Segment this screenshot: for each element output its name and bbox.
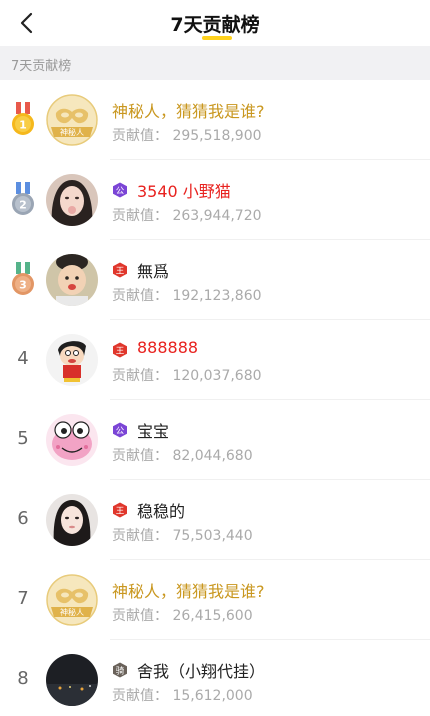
- contribution-prefix: 贡献值：: [112, 448, 168, 464]
- svg-text:2: 2: [19, 199, 27, 212]
- user-name[interactable]: 舍我（小翔代挂）: [137, 658, 265, 682]
- rank-number: 5: [17, 428, 29, 449]
- knight-badge-icon: 骑: [113, 662, 127, 678]
- list-item[interactable]: 4 王 888888 贡献值： 120,037,680: [0, 320, 430, 400]
- contribution-prefix: 贡献值：: [112, 208, 168, 224]
- mystery-mask-avatar: 神秘人: [46, 574, 98, 626]
- contribution-amount: 263,944,720: [172, 208, 262, 224]
- rank-number: 6: [17, 508, 29, 529]
- contribution-prefix: 贡献值：: [112, 688, 168, 704]
- mask-label: 神秘人: [60, 607, 84, 617]
- svg-text:王: 王: [116, 267, 125, 277]
- bronze-medal-icon: 3: [12, 262, 34, 295]
- contribution-value: 贡献值： 82,044,680: [112, 445, 253, 465]
- svg-text:3: 3: [19, 279, 27, 292]
- page-title[interactable]: 7天贡献榜: [0, 10, 430, 37]
- avatar[interactable]: [46, 654, 98, 706]
- svg-text:公: 公: [116, 427, 125, 437]
- avatar[interactable]: 神秘人: [46, 574, 98, 626]
- avatar[interactable]: [46, 494, 98, 546]
- contribution-value: 贡献值： 263,944,720: [112, 205, 262, 225]
- mystery-mask-avatar: 神秘人: [46, 94, 98, 146]
- user-name[interactable]: 無爲: [137, 258, 169, 282]
- silver-medal-icon: 2: [12, 182, 34, 215]
- user-name[interactable]: 神秘人，猜猜我是谁?: [112, 98, 265, 122]
- contribution-list: 1 神秘人 神秘人，猜猜我是谁? 贡献值： 295,518,900 2 公 35…: [0, 80, 430, 716]
- cartoon-avatar: [46, 414, 98, 466]
- user-name[interactable]: 888888: [137, 338, 198, 357]
- contribution-value: 贡献值： 75,503,440: [112, 525, 253, 545]
- cartoon-avatar: [46, 334, 98, 386]
- top-bar: 7天贡献榜: [0, 0, 430, 46]
- avatar[interactable]: [46, 174, 98, 226]
- list-item[interactable]: 2 公 3540 小野猫 贡献值： 263,944,720: [0, 160, 430, 240]
- purple-badge-icon: 公: [113, 422, 127, 438]
- user-photo: [46, 654, 98, 706]
- rank-number: 8: [17, 668, 29, 689]
- contribution-amount: 120,037,680: [172, 368, 262, 384]
- contribution-value: 贡献值： 26,415,600: [112, 605, 253, 625]
- contribution-value: 贡献值： 120,037,680: [112, 365, 262, 385]
- mask-label: 神秘人: [60, 127, 84, 137]
- contribution-value: 贡献值： 295,518,900: [112, 125, 262, 145]
- user-name[interactable]: 神秘人，猜猜我是谁?: [112, 578, 265, 602]
- contribution-prefix: 贡献值：: [112, 608, 168, 624]
- contribution-prefix: 贡献值：: [112, 528, 168, 544]
- user-photo: [46, 174, 98, 226]
- rank-number: 7: [17, 588, 29, 609]
- list-item[interactable]: 6 王 稳稳的 贡献值： 75,503,440: [0, 480, 430, 560]
- list-item[interactable]: 5 公 宝宝 贡献值： 82,044,680: [0, 400, 430, 480]
- purple-badge-icon: 公: [113, 182, 127, 198]
- contribution-prefix: 贡献值：: [112, 368, 168, 384]
- red-badge-icon: 王: [113, 502, 127, 518]
- avatar[interactable]: [46, 334, 98, 386]
- red-badge-icon: 王: [113, 262, 127, 278]
- avatar[interactable]: [46, 254, 98, 306]
- list-item[interactable]: 8 骑 舍我（小翔代挂） 贡献值： 15,612,000: [0, 640, 430, 716]
- gold-medal-icon: 1: [12, 102, 34, 135]
- contribution-amount: 192,123,860: [172, 288, 262, 304]
- svg-text:骑: 骑: [116, 666, 125, 677]
- rank-number: 4: [17, 348, 29, 369]
- contribution-prefix: 贡献值：: [112, 128, 168, 144]
- active-tab-indicator: [202, 36, 232, 40]
- section-label: 7天贡献榜: [11, 59, 72, 74]
- contribution-amount: 26,415,600: [172, 608, 253, 624]
- user-name[interactable]: 3540 小野猫: [137, 178, 231, 202]
- contribution-amount: 295,518,900: [172, 128, 262, 144]
- user-name[interactable]: 宝宝: [137, 418, 169, 442]
- contribution-amount: 82,044,680: [172, 448, 253, 464]
- contribution-amount: 75,503,440: [172, 528, 253, 544]
- svg-text:公: 公: [116, 187, 125, 197]
- contribution-value: 贡献值： 15,612,000: [112, 685, 253, 705]
- section-header: 7天贡献榜: [0, 46, 430, 80]
- svg-text:王: 王: [116, 507, 125, 517]
- contribution-prefix: 贡献值：: [112, 288, 168, 304]
- contribution-amount: 15,612,000: [172, 688, 253, 704]
- user-photo: [46, 254, 98, 306]
- svg-text:1: 1: [19, 119, 27, 132]
- red-badge-icon: 王: [113, 342, 127, 358]
- list-item[interactable]: 3 王 無爲 贡献值： 192,123,860: [0, 240, 430, 320]
- list-item[interactable]: 7 神秘人 神秘人，猜猜我是谁? 贡献值： 26,415,600: [0, 560, 430, 640]
- svg-text:王: 王: [116, 347, 125, 357]
- user-photo: [46, 494, 98, 546]
- contribution-value: 贡献值： 192,123,860: [112, 285, 262, 305]
- list-item[interactable]: 1 神秘人 神秘人，猜猜我是谁? 贡献值： 295,518,900: [0, 80, 430, 160]
- user-name[interactable]: 稳稳的: [137, 498, 185, 522]
- avatar[interactable]: [46, 414, 98, 466]
- avatar[interactable]: 神秘人: [46, 94, 98, 146]
